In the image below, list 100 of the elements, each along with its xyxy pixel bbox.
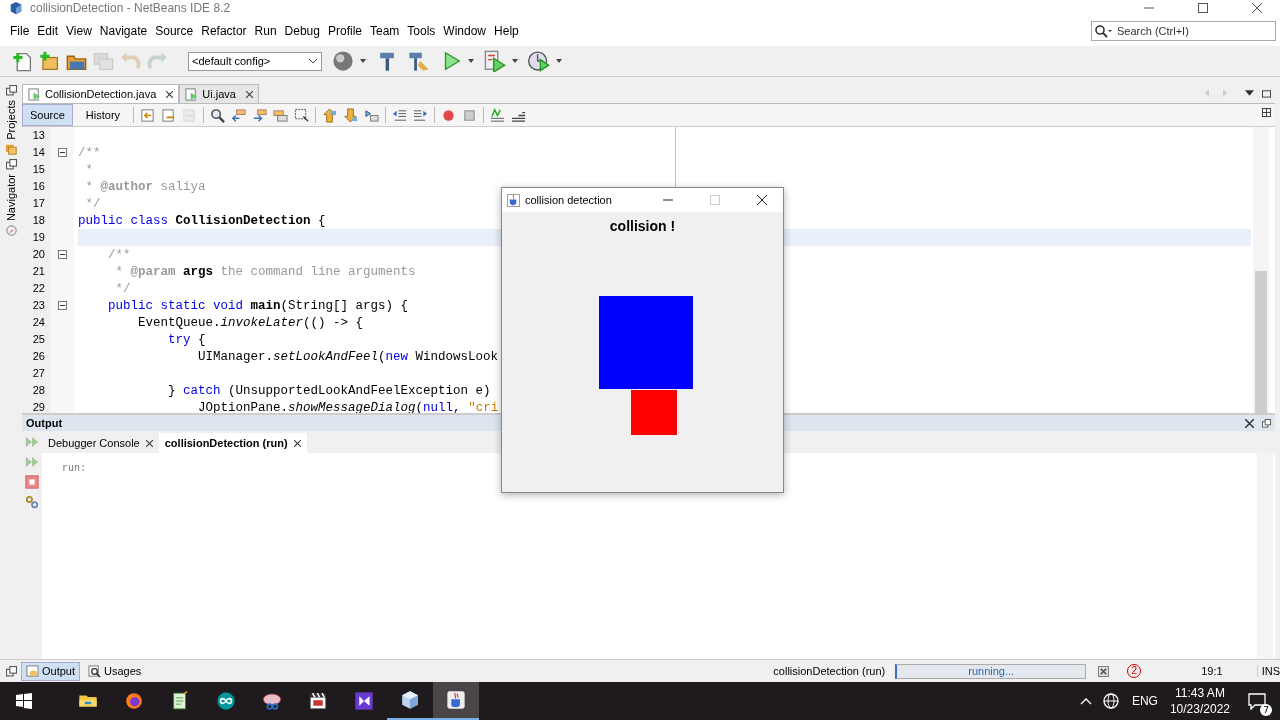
close-icon[interactable] xyxy=(1252,3,1262,13)
next-occurrence-icon[interactable] xyxy=(252,107,268,123)
fold-toggle[interactable] xyxy=(58,250,67,259)
language-indicator[interactable]: ENG xyxy=(1131,694,1158,708)
code-line: EventQueue.invokeLater(() -> { xyxy=(137,315,364,330)
side-tab[interactable]: Navigator xyxy=(5,173,17,221)
wave-lines-icon[interactable] xyxy=(490,107,506,123)
globe-icon[interactable] xyxy=(1101,692,1120,710)
line-number: 22 xyxy=(31,281,46,296)
status-heading: collision ! xyxy=(609,218,676,236)
chevron-up-icon[interactable] xyxy=(1079,697,1092,705)
search-icon xyxy=(88,664,102,678)
rectangle-select-icon[interactable] xyxy=(294,107,310,123)
config-dropdown[interactable]: <default config> xyxy=(188,51,322,71)
hammer-broom-icon[interactable] xyxy=(408,50,430,72)
menu-item[interactable]: Refactor xyxy=(197,24,251,38)
line-number: 18 xyxy=(31,213,46,228)
close-icon[interactable] xyxy=(757,195,767,205)
maximize-icon[interactable] xyxy=(1262,89,1271,98)
menu-item[interactable]: Profile xyxy=(324,24,366,38)
taskbar-button[interactable] xyxy=(433,682,479,720)
editor-tab[interactable]: Ui.java xyxy=(179,84,259,103)
output-tab[interactable]: collisionDetection (run) xyxy=(158,433,307,453)
tab-label: Ui.java xyxy=(202,88,236,100)
output-tab[interactable]: Debugger Console xyxy=(42,433,159,453)
fold-toggle[interactable] xyxy=(58,148,67,157)
code-line: /** xyxy=(107,247,131,262)
maximize-icon xyxy=(710,195,720,205)
line-number: 13 xyxy=(31,128,46,143)
shift-right-icon[interactable] xyxy=(413,107,429,123)
stop-icon[interactable] xyxy=(25,475,39,489)
maximize-icon[interactable] xyxy=(1198,3,1208,13)
close-icon[interactable] xyxy=(1245,418,1254,428)
compass-icon xyxy=(5,224,17,236)
scrollbar[interactable] xyxy=(1253,127,1269,413)
clock[interactable]: 11:43 AM 10/23/2022 xyxy=(1169,685,1230,717)
menu-item[interactable]: Run xyxy=(250,24,281,38)
restore-icon[interactable] xyxy=(5,85,17,96)
close-icon[interactable] xyxy=(293,439,301,447)
message-icon[interactable] xyxy=(1248,692,1266,710)
menu-item[interactable]: Team xyxy=(366,24,404,38)
code-line: UIManager.setLookAndFeel(new WindowsLook xyxy=(197,349,499,364)
new-file-icon[interactable] xyxy=(12,50,33,72)
coffee-cup-icon xyxy=(445,689,467,711)
close-icon[interactable] xyxy=(245,90,253,98)
dropdown-icon[interactable] xyxy=(1245,89,1254,98)
java-file-icon xyxy=(28,87,41,101)
split-icon[interactable] xyxy=(1262,108,1271,117)
menu-item[interactable]: Window xyxy=(439,24,491,38)
back-document-icon[interactable] xyxy=(140,107,156,123)
bookmark-icon[interactable] xyxy=(364,107,380,123)
restore-icon[interactable] xyxy=(6,665,17,677)
caret-position: 19:1 xyxy=(1201,665,1223,677)
close-icon[interactable] xyxy=(145,439,153,447)
close-icon[interactable] xyxy=(166,90,174,98)
caret-icon xyxy=(308,58,318,64)
fold-toggle[interactable] xyxy=(58,301,67,310)
code-line: /** xyxy=(78,145,101,160)
panel-button[interactable]: Usages xyxy=(84,662,146,680)
settings-icon[interactable] xyxy=(25,495,39,509)
editor-tab[interactable]: CollisionDetection.java xyxy=(22,84,180,103)
record-icon[interactable] xyxy=(441,107,457,123)
new-project-icon[interactable] xyxy=(39,50,60,72)
restore-icon[interactable] xyxy=(1262,418,1271,428)
caret-icon[interactable] xyxy=(468,59,474,63)
caret-icon[interactable] xyxy=(360,59,366,63)
menu-item[interactable]: Debug xyxy=(280,24,324,38)
menu-item[interactable]: Tools xyxy=(403,24,440,38)
menu-item[interactable]: File xyxy=(6,24,34,38)
scrollbar[interactable] xyxy=(1257,453,1273,659)
view-tab[interactable]: History xyxy=(78,105,128,125)
menu-item[interactable]: View xyxy=(62,24,96,38)
code-line: public static void main(String[] args) { xyxy=(107,298,409,313)
browser-icon xyxy=(123,690,145,712)
start-icon[interactable] xyxy=(16,693,32,709)
shift-left-icon[interactable] xyxy=(392,107,408,123)
view-tab[interactable]: Source xyxy=(22,104,73,126)
menu-item[interactable]: Source xyxy=(151,24,198,38)
menu-item[interactable]: Help xyxy=(490,24,523,38)
menu-item[interactable]: Navigate xyxy=(95,24,152,38)
panel-button[interactable]: Output xyxy=(21,661,81,681)
highlight-icon[interactable] xyxy=(273,107,289,123)
menu-item[interactable]: Edit xyxy=(33,24,63,38)
previous-occurrence-icon[interactable] xyxy=(231,107,247,123)
side-tab[interactable]: Projects xyxy=(5,100,17,140)
restore-icon[interactable] xyxy=(5,158,17,170)
code-line: * @author saliya xyxy=(84,179,206,194)
search-field[interactable]: Search (Ctrl+I) xyxy=(1091,21,1276,41)
caret-icon[interactable] xyxy=(512,59,518,63)
cancel-icon[interactable] xyxy=(1098,665,1110,677)
caret-icon[interactable] xyxy=(556,59,562,63)
line-number: 23 xyxy=(31,298,46,313)
line-number: 27 xyxy=(31,366,46,381)
search-icon[interactable] xyxy=(1094,24,1112,38)
tab-label: CollisionDetection.java xyxy=(45,88,157,100)
clock-play-icon[interactable] xyxy=(528,50,550,72)
up-arrow-icon[interactable] xyxy=(322,107,338,123)
down-arrow-icon[interactable] xyxy=(343,107,359,123)
search-icon[interactable] xyxy=(210,107,226,123)
debug-run-icon[interactable] xyxy=(484,50,506,72)
